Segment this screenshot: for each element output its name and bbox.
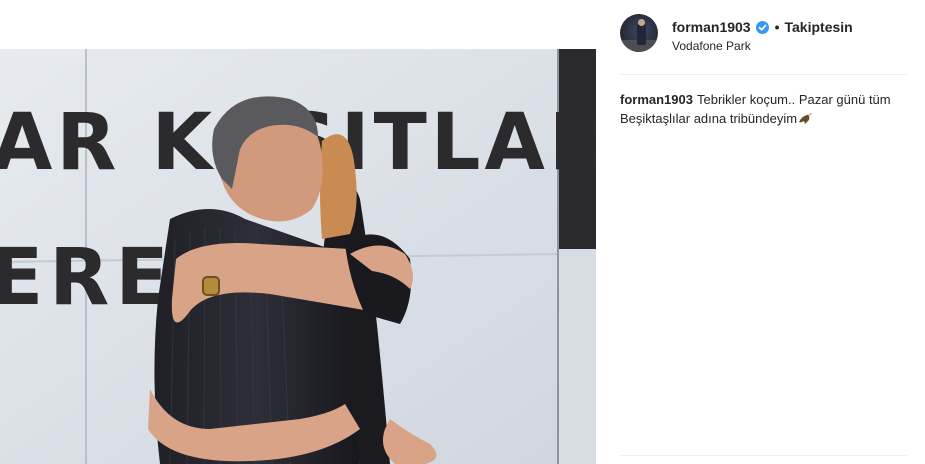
follow-status-button[interactable]: Takiptesin [785, 19, 853, 35]
post-photo-image: AR KAŞITLARA ERE ER. [0, 49, 596, 464]
username-link[interactable]: forman1903 [672, 19, 751, 35]
caption-username-link[interactable]: forman1903 [620, 92, 693, 107]
post-header: forman1903 • Takiptesin Vodafone Park [620, 14, 910, 60]
location-link[interactable]: Vodafone Park [672, 39, 751, 53]
caption: forman1903 Tebrikler koçum.. Pazar günü t… [620, 90, 902, 128]
eagle-icon [799, 113, 813, 124]
header-divider [620, 74, 907, 75]
post-side-panel: forman1903 • Takiptesin Vodafone Park fo… [596, 0, 925, 464]
verified-badge-icon [755, 20, 769, 34]
separator-dot: • [774, 19, 780, 35]
avatar[interactable] [620, 14, 658, 52]
post-header-line: forman1903 • Takiptesin [672, 19, 853, 35]
post-photo[interactable]: AR KAŞITLARA ERE ER. [0, 49, 596, 464]
comments-divider [620, 455, 907, 456]
